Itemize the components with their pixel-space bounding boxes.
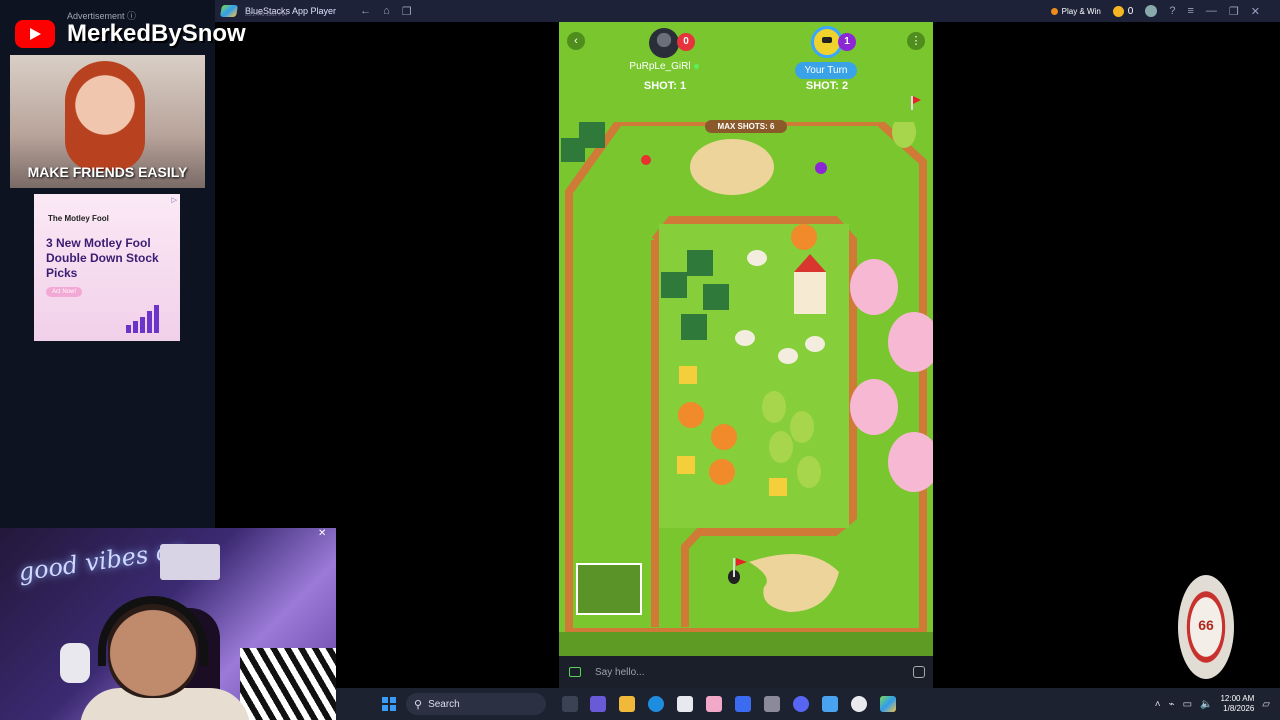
chevron-up-icon[interactable]: ˄ <box>1155 699 1161 710</box>
ad-headline: 3 New Motley Fool Double Down Stock Pick… <box>46 236 159 280</box>
back-button[interactable]: ‹ <box>567 32 585 50</box>
your-turn-indicator: Your Turn <box>795 62 857 79</box>
multi-instance-icon[interactable]: ❐ <box>402 5 412 18</box>
chat-input[interactable]: Say hello... <box>595 667 913 678</box>
golf-game-view[interactable]: ‹ ⋮ 0 PuRpLe_GiRl SHOT: 1 1 Your Turn SH… <box>559 22 933 688</box>
play-win-icon <box>1050 7 1058 15</box>
adchoices-icon[interactable]: ▷ <box>172 196 177 204</box>
maximize-icon[interactable]: ❐ <box>1229 5 1239 18</box>
ad-cta-button[interactable]: Act Now! <box>46 287 83 297</box>
menu-icon[interactable]: ≡ <box>1187 5 1193 17</box>
team-66-badge: 66 <box>1178 575 1234 679</box>
search-icon: ⚲ <box>414 698 423 711</box>
golf-course[interactable] <box>559 122 933 632</box>
minimize-icon[interactable]: — <box>1206 5 1217 17</box>
store-icon[interactable] <box>677 696 693 712</box>
chrome-icon[interactable] <box>851 696 867 712</box>
app-version: 5.21.440.1002 P64 <box>245 12 288 18</box>
player1-name: PuRpLe_GiRl <box>619 61 709 72</box>
player1-score: 0 <box>677 33 695 51</box>
play-win-button[interactable]: Play & Win <box>1050 7 1101 16</box>
settings-icon[interactable] <box>764 696 780 712</box>
player2-shot-count: SHOT: 2 <box>805 80 849 92</box>
notification-icon[interactable]: ▱ <box>1262 699 1270 710</box>
app-icon-pink[interactable] <box>706 696 722 712</box>
windows-start-icon[interactable] <box>382 697 396 711</box>
display-icon[interactable]: ▭ <box>1183 699 1192 710</box>
chat-bar: Say hello... <box>559 656 933 688</box>
headphones <box>98 596 208 666</box>
webcam-feed: good vibes on ✕ <box>0 528 336 720</box>
discord-icon[interactable] <box>793 696 809 712</box>
ad-portrait-image <box>65 61 145 171</box>
bluestacks-taskbar-icon[interactable] <box>880 696 896 712</box>
channel-name: MerkedBySnow <box>67 20 246 47</box>
windows-taskbar: ⚲ Search ˄ ⌁ ▭ 🔈 12:00 AM 1/8/2026 ▱ <box>336 688 1280 720</box>
volume-icon[interactable]: 🔈 <box>1200 699 1212 710</box>
player1-avatar[interactable] <box>649 28 679 58</box>
help-icon[interactable]: ? <box>1169 5 1175 17</box>
network-icon[interactable]: ⌁ <box>1169 699 1175 710</box>
teams-icon[interactable] <box>590 696 606 712</box>
file-explorer-icon[interactable] <box>619 696 635 712</box>
edge-icon[interactable] <box>648 696 664 712</box>
game-header: ‹ ⋮ 0 PuRpLe_GiRl SHOT: 1 1 Your Turn SH… <box>559 22 933 122</box>
stream-overlay-panel: Advertisement ⓘ MerkedBySnow MAKE FRIEND… <box>0 0 246 528</box>
wall-ac-unit <box>160 544 220 580</box>
close-icon[interactable]: ✕ <box>1251 5 1260 18</box>
clock[interactable]: 12:00 AM 1/8/2026 <box>1220 694 1254 714</box>
notepad-icon[interactable] <box>822 696 838 712</box>
coin-balance[interactable]: 0 <box>1112 5 1133 17</box>
sticker-icon[interactable] <box>913 666 925 678</box>
window-titlebar: BlueStacks App Player 5.21.440.1002 P64 … <box>215 0 1280 22</box>
copilot-icon[interactable] <box>735 696 751 712</box>
ad-caption: MAKE FRIENDS EASILY <box>27 164 188 180</box>
coin-icon <box>1112 5 1124 17</box>
home-icon[interactable]: ⌂ <box>383 5 390 17</box>
zebra-blanket <box>240 648 336 720</box>
microphone <box>60 643 90 683</box>
more-options-button[interactable]: ⋮ <box>907 32 925 50</box>
course-edge <box>559 632 933 656</box>
player2-score: 1 <box>838 33 856 51</box>
youtube-icon <box>15 20 55 48</box>
online-status-icon <box>693 63 699 69</box>
bluestacks-logo-icon <box>219 5 239 17</box>
bar-graph-icon <box>126 303 166 333</box>
taskbar-search[interactable]: ⚲ Search <box>406 693 546 715</box>
corner-flag-icon <box>911 96 921 110</box>
player1-shot-count: SHOT: 1 <box>643 80 687 92</box>
task-view-icon[interactable] <box>562 696 578 712</box>
chat-icon[interactable] <box>569 667 581 677</box>
webcam-close-icon[interactable]: ✕ <box>318 528 326 539</box>
max-shots-banner: MAX SHOTS: 6 <box>705 120 787 133</box>
back-arrow-icon[interactable]: ← <box>360 5 371 17</box>
ad-motley-fool[interactable]: ▷ The Motley Fool 3 New Motley Fool Doub… <box>34 194 180 341</box>
ad-brand: The Motley Fool <box>48 214 109 223</box>
system-tray: ˄ ⌁ ▭ 🔈 12:00 AM 1/8/2026 ▱ <box>1155 688 1270 720</box>
profile-avatar-icon[interactable] <box>1145 5 1158 17</box>
channel-banner: MerkedBySnow <box>15 20 246 48</box>
ad-make-friends[interactable]: MAKE FRIENDS EASILY <box>10 55 205 188</box>
